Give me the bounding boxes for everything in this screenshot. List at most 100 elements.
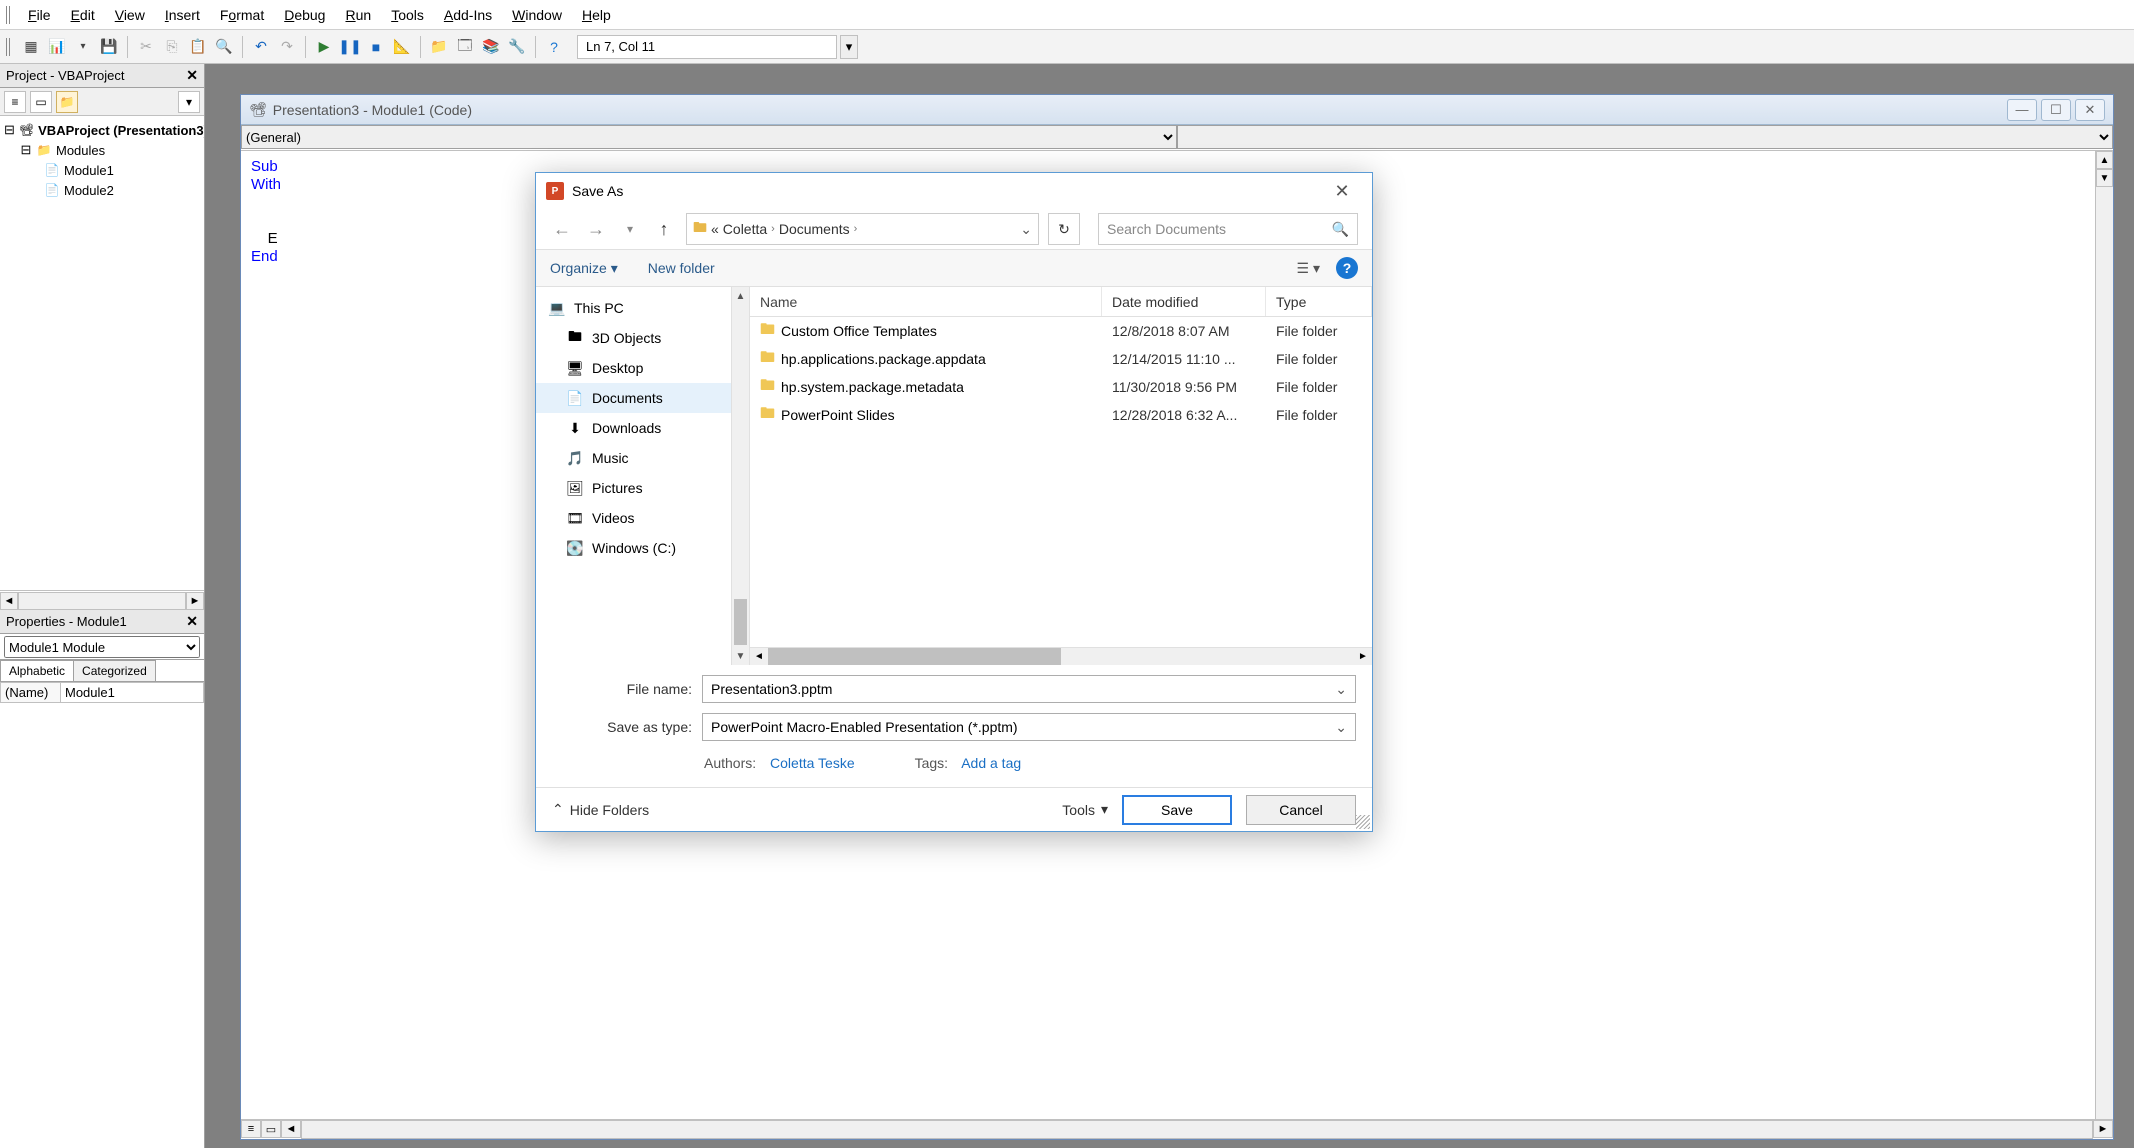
- tab-alphabetic[interactable]: Alphabetic: [0, 660, 74, 681]
- toolbar-gripper[interactable]: [6, 38, 12, 56]
- file-list-headers[interactable]: Name Date modified Type: [750, 287, 1372, 317]
- nav-recent-icon[interactable]: ▾: [618, 217, 642, 241]
- file-row[interactable]: 🖿PowerPoint Slides12/28/2018 6:32 A...Fi…: [750, 401, 1372, 429]
- save-icon[interactable]: 💾: [98, 36, 120, 58]
- maximize-button[interactable]: ☐: [2041, 99, 2071, 121]
- procedure-view-icon[interactable]: ≡: [241, 1120, 261, 1138]
- copy-icon[interactable]: ⎘: [161, 36, 183, 58]
- toolbox-icon[interactable]: 🔧: [506, 36, 528, 58]
- breadcrumb-segment[interactable]: Documents: [779, 221, 850, 237]
- chevron-right-icon[interactable]: ›: [771, 223, 775, 235]
- close-button[interactable]: ✕: [2075, 99, 2105, 121]
- insert-object-icon[interactable]: 📊: [46, 36, 68, 58]
- properties-icon[interactable]: 🗔: [454, 36, 476, 58]
- menu-file[interactable]: File: [18, 3, 61, 27]
- authors-value[interactable]: Coletta Teske: [770, 755, 855, 771]
- menu-debug[interactable]: Debug: [274, 3, 335, 27]
- menu-window[interactable]: Window: [502, 3, 572, 27]
- code-hscroll[interactable]: ≡ ▭ ◄►: [241, 1119, 2113, 1139]
- column-name[interactable]: Name: [750, 287, 1102, 316]
- file-row[interactable]: 🖿hp.system.package.metadata11/30/2018 9:…: [750, 373, 1372, 401]
- nav-item-desktop[interactable]: 🖥Desktop: [536, 353, 731, 383]
- paste-icon[interactable]: 📋: [187, 36, 209, 58]
- nav-back-icon[interactable]: ←: [550, 217, 574, 241]
- refresh-icon[interactable]: ↻: [1048, 213, 1080, 245]
- file-row[interactable]: 🖿hp.applications.package.appdata12/14/20…: [750, 345, 1372, 373]
- object-selector[interactable]: Module1 Module: [4, 636, 200, 658]
- menu-insert[interactable]: Insert: [155, 3, 210, 27]
- prop-value-cell[interactable]: Module1: [61, 683, 204, 703]
- breadcrumb-bar[interactable]: 🖿 « Coletta › Documents › ⌄: [686, 213, 1039, 245]
- filename-input[interactable]: Presentation3.pptm⌄: [702, 675, 1356, 703]
- menu-format[interactable]: Format: [210, 3, 274, 27]
- hide-folders-button[interactable]: ⌃ Hide Folders: [552, 801, 649, 818]
- tab-categorized[interactable]: Categorized: [73, 660, 156, 681]
- view-code-button[interactable]: ≡: [4, 91, 26, 113]
- view-object-button[interactable]: ▭: [30, 91, 52, 113]
- minimize-button[interactable]: —: [2007, 99, 2037, 121]
- project-hscroll[interactable]: ◄►: [0, 590, 204, 610]
- view-code-icon[interactable]: ▦: [20, 36, 42, 58]
- menu-run[interactable]: Run: [335, 3, 381, 27]
- find-icon[interactable]: 🔍: [213, 36, 235, 58]
- breadcrumb-dropdown-icon[interactable]: ⌄: [1020, 221, 1032, 238]
- nav-item-3d-objects[interactable]: 🖿3D Objects: [536, 323, 731, 353]
- help-icon[interactable]: ?: [1336, 257, 1358, 279]
- toggle-folders-button[interactable]: 📁: [56, 91, 78, 113]
- chevron-right-icon[interactable]: ›: [854, 223, 858, 235]
- properties-pane-close-icon[interactable]: ✕: [186, 613, 198, 630]
- project-explorer-icon[interactable]: 📁: [428, 36, 450, 58]
- file-row[interactable]: 🖿Custom Office Templates12/8/2018 8:07 A…: [750, 317, 1372, 345]
- nav-tree[interactable]: 💻This PC🖿3D Objects🖥Desktop📄Documents⬇Do…: [536, 287, 732, 665]
- organize-button[interactable]: Organize ▾: [550, 260, 618, 277]
- cut-icon[interactable]: ✂: [135, 36, 157, 58]
- column-date[interactable]: Date modified: [1102, 287, 1266, 316]
- nav-item-windows-c-[interactable]: 💽Windows (C:): [536, 533, 731, 563]
- object-dropdown[interactable]: (General): [241, 125, 1177, 149]
- breadcrumb-segment[interactable]: Coletta: [723, 221, 767, 237]
- stop-icon[interactable]: ■: [365, 36, 387, 58]
- nav-item-videos[interactable]: 🎞Videos: [536, 503, 731, 533]
- nav-tree-scrollbar[interactable]: ▲▼: [732, 287, 750, 665]
- object-browser-icon[interactable]: 📚: [480, 36, 502, 58]
- column-type[interactable]: Type: [1266, 287, 1372, 316]
- nav-item-music[interactable]: 🎵Music: [536, 443, 731, 473]
- dialog-close-button[interactable]: ✕: [1322, 176, 1362, 206]
- code-vscroll[interactable]: ▲▼: [2095, 151, 2113, 1119]
- menubar-gripper[interactable]: [6, 6, 12, 24]
- dropdown-icon[interactable]: ▾: [72, 36, 94, 58]
- save-button[interactable]: Save: [1122, 795, 1232, 825]
- properties-grid[interactable]: (Name) Module1: [0, 682, 204, 1148]
- menu-edit[interactable]: Edit: [61, 3, 105, 27]
- nav-up-icon[interactable]: ↑: [652, 217, 676, 241]
- run-icon[interactable]: ▶: [313, 36, 335, 58]
- project-toolbar-overflow[interactable]: ▾: [178, 91, 200, 113]
- tools-dropdown[interactable]: Tools▾: [1062, 801, 1108, 818]
- nav-item-downloads[interactable]: ⬇Downloads: [536, 413, 731, 443]
- view-options-icon[interactable]: ☰ ▾: [1297, 260, 1320, 277]
- menu-tools[interactable]: Tools: [381, 3, 434, 27]
- project-pane-close-icon[interactable]: ✕: [186, 67, 198, 84]
- nav-item-this-pc[interactable]: 💻This PC: [536, 293, 731, 323]
- toolbar-overflow-icon[interactable]: ▾: [840, 35, 858, 59]
- search-icon[interactable]: 🔍: [1332, 221, 1349, 238]
- project-tree[interactable]: ⊟ 📽 VBAProject (Presentation3) ⊟ 📁 Modul…: [0, 116, 204, 590]
- redo-icon[interactable]: ↷: [276, 36, 298, 58]
- search-input[interactable]: Search Documents 🔍: [1098, 213, 1358, 245]
- resize-grip[interactable]: [1356, 815, 1370, 829]
- full-module-view-icon[interactable]: ▭: [261, 1120, 281, 1138]
- undo-icon[interactable]: ↶: [250, 36, 272, 58]
- savetype-dropdown[interactable]: PowerPoint Macro-Enabled Presentation (*…: [702, 713, 1356, 741]
- help-icon[interactable]: ?: [543, 36, 565, 58]
- new-folder-button[interactable]: New folder: [648, 260, 715, 276]
- nav-item-pictures[interactable]: 🖼Pictures: [536, 473, 731, 503]
- pause-icon[interactable]: ❚❚: [339, 36, 361, 58]
- file-list-hscroll[interactable]: ◄►: [750, 647, 1372, 665]
- cancel-button[interactable]: Cancel: [1246, 795, 1356, 825]
- menu-add-ins[interactable]: Add-Ins: [434, 3, 502, 27]
- design-mode-icon[interactable]: 📐: [391, 36, 413, 58]
- tags-value[interactable]: Add a tag: [961, 755, 1021, 771]
- nav-item-documents[interactable]: 📄Documents: [536, 383, 731, 413]
- procedure-dropdown[interactable]: [1177, 125, 2113, 149]
- menu-help[interactable]: Help: [572, 3, 621, 27]
